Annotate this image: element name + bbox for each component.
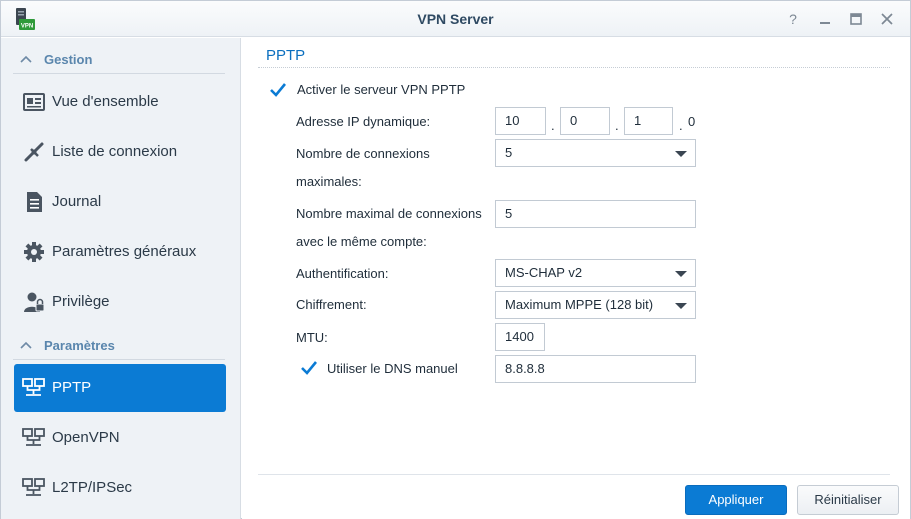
max-connections-value: 5 <box>505 145 513 160</box>
authentication-value: MS-CHAP v2 <box>505 265 583 280</box>
ip-octet-3-input[interactable]: 1 <box>624 107 673 135</box>
sidebar-item-privilege[interactable]: Privilège <box>14 278 226 326</box>
gear-icon <box>24 242 44 262</box>
svg-text:?: ? <box>789 11 797 27</box>
encryption-label: Chiffrement: <box>296 297 367 312</box>
sidebar-item-label: OpenVPN <box>52 429 120 446</box>
max-connections-label-line2: maximales: <box>296 174 362 189</box>
group-header-gestion[interactable]: Gestion <box>1 45 241 73</box>
dynamic-ip-label: Adresse IP dynamique: <box>296 114 431 129</box>
minimize-icon[interactable] <box>816 10 834 28</box>
sidebar-item-label: L2TP/IPSec <box>52 479 133 496</box>
dropdown-arrow-icon <box>675 151 687 157</box>
authentication-label: Authentification: <box>296 266 389 281</box>
sidebar-item-connection-list[interactable]: Liste de connexion <box>14 128 226 176</box>
max-connections-label: Nombre de connexions <box>296 146 430 161</box>
divider <box>258 474 890 475</box>
max-connections-select[interactable]: 5 <box>495 139 696 167</box>
sidebar-item-pptp[interactable]: PPTP <box>14 364 226 412</box>
section-title: PPTP <box>266 47 306 64</box>
network-icon <box>22 428 45 446</box>
sidebar-item-openvpn[interactable]: OpenVPN <box>14 414 226 462</box>
sidebar-item-label: Journal <box>52 193 102 210</box>
help-icon[interactable]: ? <box>784 10 802 28</box>
sidebar-item-label: Privilège <box>52 293 110 310</box>
authentication-select[interactable]: MS-CHAP v2 <box>495 259 696 287</box>
max-same-account-label: Nombre maximal de connexions <box>296 206 482 221</box>
main-content: PPTP Activer le serveur VPN PPTP Adresse… <box>242 38 910 519</box>
chevron-up-icon <box>20 341 32 349</box>
log-icon <box>27 192 42 212</box>
network-icon <box>22 478 45 496</box>
sidebar-item-overview[interactable]: Vue d'ensemble <box>14 78 226 126</box>
sidebar-item-label: Vue d'ensemble <box>52 93 159 110</box>
sidebar-item-label: PPTP <box>52 379 92 396</box>
group-header-parametres[interactable]: Paramètres <box>1 331 241 359</box>
group-label: Paramètres <box>44 338 115 353</box>
vpn-server-window: VPN VPN Server ? Gestion Vue d'ensemble … <box>0 0 911 519</box>
divider <box>13 359 225 360</box>
ip-separator: . <box>679 118 683 133</box>
checkmark-icon <box>301 361 318 375</box>
user-lock-icon <box>24 292 45 312</box>
apply-button[interactable]: Appliquer <box>685 485 787 515</box>
encryption-select[interactable]: Maximum MPPE (128 bit) <box>495 291 696 319</box>
ip-octet-1-input[interactable]: 10 <box>495 107 546 135</box>
window-title: VPN Server <box>417 11 494 27</box>
connection-list-icon <box>24 142 44 162</box>
sidebar-item-label: Liste de connexion <box>52 143 178 160</box>
max-same-account-input[interactable]: 5 <box>495 200 696 228</box>
overview-icon <box>23 93 45 111</box>
maximize-icon[interactable] <box>847 10 865 28</box>
sidebar-item-label: Paramètres généraux <box>52 243 197 260</box>
manual-dns-checkbox[interactable] <box>300 359 318 377</box>
ip-separator: . <box>551 118 555 133</box>
ip-last-octet: 0 <box>688 114 696 129</box>
ip-octet-2-input[interactable]: 0 <box>560 107 610 135</box>
manual-dns-label: Utiliser le DNS manuel <box>327 361 458 376</box>
group-label: Gestion <box>44 52 93 67</box>
sidebar-item-l2tp-ipsec[interactable]: L2TP/IPSec <box>14 464 226 512</box>
dns-server-input[interactable]: 8.8.8.8 <box>495 355 696 383</box>
sidebar: Gestion Vue d'ensemble Liste de connexio… <box>1 38 241 519</box>
close-icon[interactable] <box>878 10 896 28</box>
reset-button[interactable]: Réinitialiser <box>797 485 899 515</box>
title-bar: VPN VPN Server ? <box>1 1 910 37</box>
sidebar-item-general-settings[interactable]: Paramètres généraux <box>14 228 226 276</box>
mtu-input[interactable]: 1400 <box>495 323 545 351</box>
chevron-up-icon <box>20 55 32 63</box>
enable-pptp-label: Activer le serveur VPN PPTP <box>297 82 466 97</box>
checkmark-icon <box>270 83 287 97</box>
mtu-label: MTU: <box>296 330 328 345</box>
divider <box>258 67 890 68</box>
divider <box>13 73 225 74</box>
encryption-value: Maximum MPPE (128 bit) <box>505 297 654 312</box>
enable-pptp-checkbox[interactable] <box>269 81 287 99</box>
ip-separator: . <box>615 118 619 133</box>
dropdown-arrow-icon <box>675 303 687 309</box>
dropdown-arrow-icon <box>675 271 687 277</box>
max-same-account-label-line2: avec le même compte: <box>296 234 427 249</box>
network-icon <box>22 378 45 396</box>
sidebar-item-log[interactable]: Journal <box>14 178 226 226</box>
